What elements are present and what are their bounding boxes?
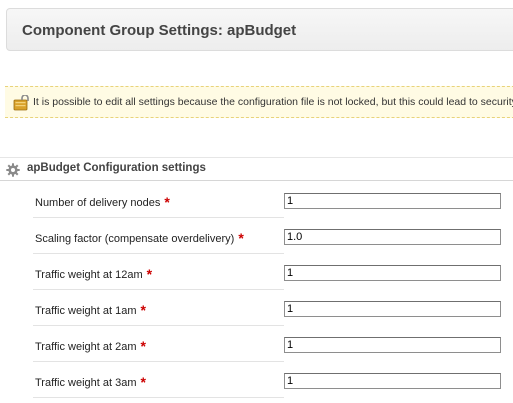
delivery-nodes-input[interactable]: [284, 193, 501, 209]
setting-label: Traffic weight at 2am *: [35, 337, 146, 354]
setting-row-weight-3am: Traffic weight at 3am *: [0, 362, 513, 398]
traffic-weight-12am-input[interactable]: [284, 265, 501, 281]
row-divider: [33, 397, 284, 398]
setting-row-weight-12am: Traffic weight at 12am *: [0, 254, 513, 290]
setting-label-text: Traffic weight at 12am: [35, 269, 143, 281]
warning-text: It is possible to edit all settings beca…: [33, 96, 513, 108]
page-header: Component Group Settings: apBudget: [6, 8, 513, 51]
lock-warning-icon: [13, 94, 31, 111]
page-title: Component Group Settings: apBudget: [22, 22, 297, 39]
settings-list: Number of delivery nodes* Scaling factor…: [0, 182, 513, 398]
section-divider: [0, 157, 513, 158]
setting-label: Traffic weight at 12am *: [35, 265, 153, 282]
setting-label-text: Number of delivery nodes: [35, 197, 161, 209]
setting-label: Number of delivery nodes *: [35, 193, 170, 210]
setting-row-delivery-nodes: Number of delivery nodes *: [0, 182, 513, 218]
required-marker: *: [140, 338, 146, 354]
setting-label: Traffic weight at 1am *: [35, 301, 146, 318]
warning-message: It is possible to edit all settings beca…: [5, 86, 513, 118]
required-marker: *: [146, 266, 153, 282]
traffic-weight-3am-input[interactable]: [284, 373, 501, 389]
gear-icon: [6, 163, 20, 177]
section-underline: [0, 180, 513, 181]
setting-label-text: Scaling factor (compensate overdelivery): [35, 233, 235, 245]
setting-label-text: Traffic weight at 2am: [35, 341, 137, 353]
scaling-factor-input[interactable]: [284, 229, 501, 245]
traffic-weight-2am-input[interactable]: [284, 337, 501, 353]
traffic-weight-1am-input[interactable]: [284, 301, 501, 317]
setting-row-scaling-factor: Scaling factor (compensate overdelivery)…: [0, 218, 513, 254]
setting-row-weight-2am: Traffic weight at 2am *: [0, 326, 513, 362]
required-marker: *: [164, 194, 170, 210]
section-title: apBudget Configuration settings: [27, 162, 206, 174]
setting-row-weight-1am: Traffic weight at 1am *: [0, 290, 513, 326]
required-marker: *: [140, 302, 146, 318]
setting-label: Traffic weight at 3am *: [35, 373, 146, 390]
setting-label-text: Traffic weight at 3am: [35, 377, 137, 389]
setting-label-text: Traffic weight at 1am: [35, 305, 137, 317]
required-marker: *: [238, 230, 244, 246]
setting-label: Scaling factor (compensate overdelivery)…: [35, 229, 244, 246]
required-marker: *: [140, 374, 146, 390]
